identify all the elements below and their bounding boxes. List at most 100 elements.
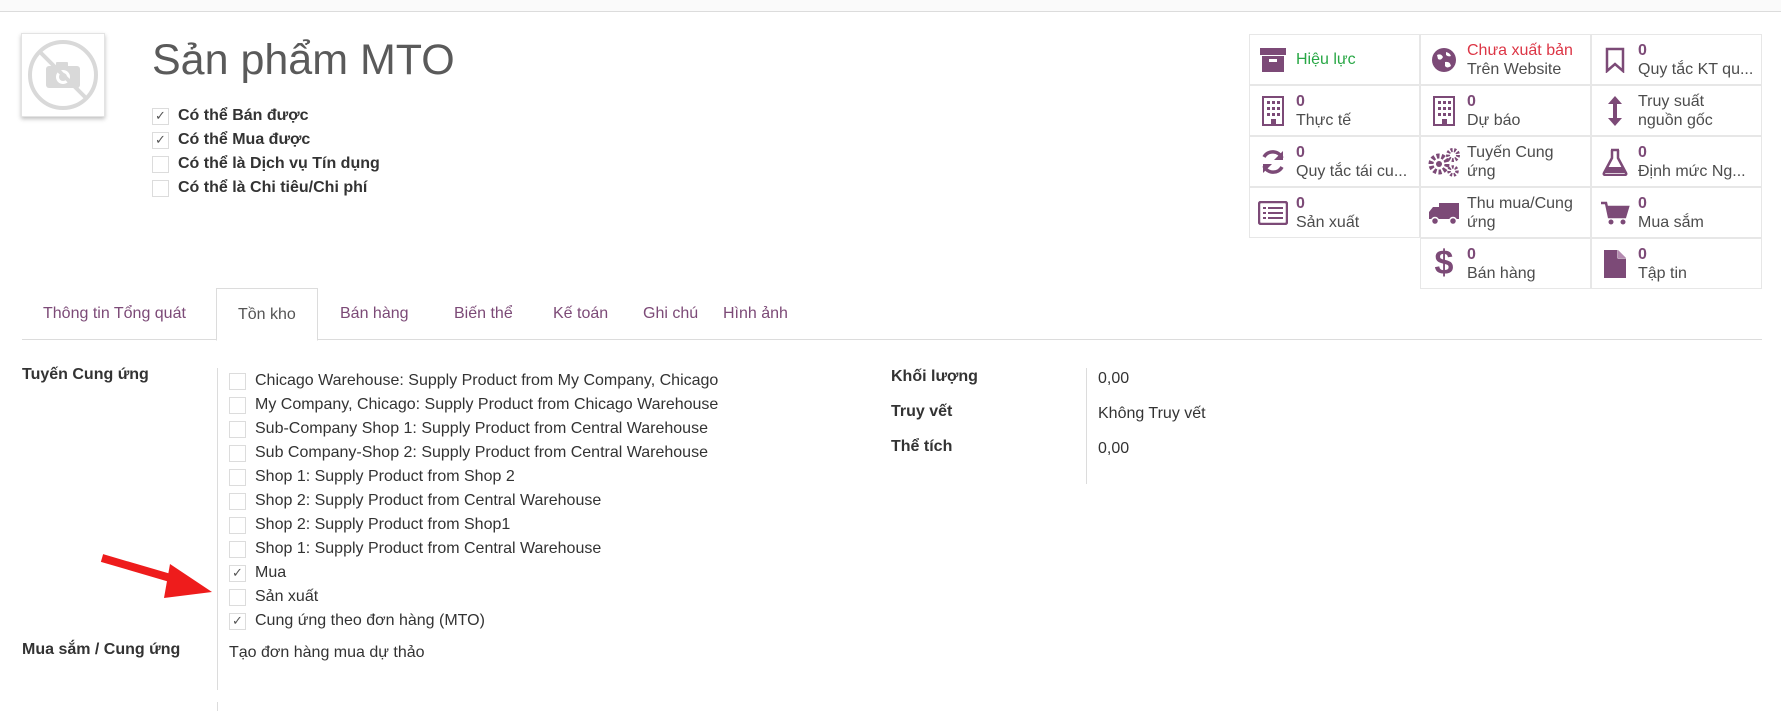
route-item[interactable]: Chicago Warehouse: Supply Product from M… — [229, 369, 718, 393]
supply-button[interactable]: Thu mua/Cung ứng — [1420, 187, 1591, 238]
route-label: Shop 2: Supply Product from Shop1 — [255, 516, 511, 533]
can-be-credit-service-checkbox[interactable]: Có thể là Dịch vụ Tín dụng — [152, 152, 380, 176]
flask-icon — [1592, 148, 1638, 176]
routes-checkbox-list: Chicago Warehouse: Supply Product from M… — [229, 369, 718, 633]
files-button[interactable]: 0 Tập tin — [1591, 238, 1762, 289]
route-label: Chicago Warehouse: Supply Product from M… — [255, 372, 719, 389]
route-checkbox[interactable] — [229, 444, 246, 462]
checkbox-label: Có thể Bán được — [178, 107, 309, 124]
file-icon — [1592, 249, 1638, 279]
route-checkbox[interactable] — [229, 372, 246, 390]
on-hand-button[interactable]: 0 Thực tế — [1249, 85, 1420, 136]
files-count: 0 — [1638, 245, 1647, 263]
forecast-button[interactable]: 0 Dự báo — [1420, 85, 1591, 136]
route-item[interactable]: Shop 2: Supply Product from Shop1 — [229, 513, 718, 537]
tab-images[interactable]: Hình ảnh — [702, 288, 809, 340]
route-checkbox[interactable] — [229, 588, 246, 606]
route-item[interactable]: Sub Company-Shop 2: Supply Product from … — [229, 441, 718, 465]
active-toggle-button[interactable]: Hiệu lực — [1249, 34, 1420, 85]
truck-icon — [1421, 200, 1467, 226]
can-be-purchased-checkbox[interactable]: ✓ Có thể Mua được — [152, 128, 380, 152]
routes-button[interactable]: Tuyến Cung ứng — [1420, 136, 1591, 187]
route-checkbox[interactable]: ✓ — [229, 612, 246, 630]
route-checkbox[interactable] — [229, 540, 246, 558]
forecast-count: 0 — [1467, 92, 1476, 110]
route-label: Sub-Company Shop 1: Supply Product from … — [255, 420, 708, 437]
building-icon — [1250, 95, 1296, 126]
field-divider — [217, 368, 218, 690]
top-bar — [0, 0, 1781, 12]
tab-inventory[interactable]: Tồn kho — [216, 288, 318, 341]
gears-icon — [1421, 147, 1467, 177]
tab-general-info[interactable]: Thông tin Tổng quát — [22, 288, 207, 340]
tab-accounting[interactable]: Kế toán — [532, 288, 629, 340]
checkbox-label: Có thể là Chi tiêu/Chi phí — [178, 179, 368, 196]
active-label: Hiệu lực — [1296, 51, 1356, 68]
checkbox-box[interactable]: ✓ — [152, 107, 169, 125]
sales-button[interactable]: $ 0 Bán hàng — [1420, 238, 1591, 289]
traceability-button[interactable]: Truy suất nguồn gốc — [1591, 85, 1762, 136]
can-be-sold-checkbox[interactable]: ✓ Có thể Bán được — [152, 104, 380, 128]
route-item[interactable]: Sub-Company Shop 1: Supply Product from … — [229, 417, 718, 441]
archive-icon — [1250, 47, 1296, 73]
route-item-mto[interactable]: ✓ Cung ứng theo đơn hàng (MTO) — [229, 609, 718, 633]
route-label: My Company, Chicago: Supply Product from… — [255, 396, 719, 413]
arrows-vertical-icon — [1592, 95, 1638, 127]
route-checkbox[interactable] — [229, 396, 246, 414]
weight-value[interactable]: 0,00 — [1098, 370, 1129, 388]
route-item[interactable]: Shop 1: Supply Product from Central Ware… — [229, 537, 718, 561]
sales-count: 0 — [1467, 245, 1476, 263]
tab-sales[interactable]: Bán hàng — [319, 288, 430, 340]
dollar-icon: $ — [1434, 244, 1454, 282]
checkbox-box[interactable] — [152, 155, 169, 173]
checkbox-box[interactable]: ✓ — [152, 131, 169, 149]
bom-button[interactable]: 0 Định mức Ng... — [1591, 136, 1762, 187]
purchase-label: Mua sắm — [1638, 213, 1704, 231]
bookmark-icon — [1592, 47, 1638, 73]
route-label: Shop 1: Supply Product from Central Ware… — [255, 540, 602, 557]
manufacturing-label: Sản xuất — [1296, 213, 1360, 231]
route-item[interactable]: Shop 2: Supply Product from Central Ware… — [229, 489, 718, 513]
tracking-value[interactable]: Không Truy vết — [1098, 405, 1206, 423]
checkbox-label: Có thể Mua được — [178, 131, 311, 148]
route-item-manufacture[interactable]: Sản xuất — [229, 585, 718, 609]
reordering-label: Quy tắc tái cu... — [1296, 162, 1408, 180]
route-checkbox[interactable] — [229, 468, 246, 486]
website-publish-button[interactable]: Chưa xuất bản Trên Website — [1420, 34, 1591, 85]
route-label: Sản xuất — [255, 588, 319, 605]
purchase-button[interactable]: 0 Mua sắm — [1591, 187, 1762, 238]
procurement-value[interactable]: Tạo đơn hàng mua dự thảo — [229, 644, 425, 662]
product-type-checkboxes: ✓ Có thể Bán được ✓ Có thể Mua được Có t… — [152, 104, 380, 200]
traceability-line1: Truy suất — [1638, 92, 1705, 110]
checkbox-box[interactable] — [152, 179, 169, 197]
route-checkbox[interactable] — [229, 492, 246, 510]
weight-field-label: Khối lượng — [891, 368, 978, 385]
reordering-rules-button[interactable]: 0 Quy tắc tái cu... — [1249, 136, 1420, 187]
putaway-count: 0 — [1638, 41, 1647, 59]
route-item[interactable]: My Company, Chicago: Supply Product from… — [229, 393, 718, 417]
smart-buttons: Hiệu lực Chưa xuất bản Trên Website 0 Qu… — [1249, 34, 1762, 289]
routes-line1: Tuyến Cung — [1467, 143, 1554, 161]
route-item[interactable]: Shop 1: Supply Product from Shop 2 — [229, 465, 718, 489]
manufacturing-button[interactable]: 0 Sản xuất — [1249, 187, 1420, 238]
product-title[interactable]: Sản phẩm MTO — [152, 36, 455, 85]
volume-field-label: Thể tích — [891, 438, 953, 455]
checkbox-label: Có thể là Dịch vụ Tín dụng — [178, 155, 380, 172]
product-form-sheet: Sản phẩm MTO ✓ Có thể Bán được ✓ Có thể … — [0, 12, 1781, 711]
route-checkbox[interactable]: ✓ — [229, 564, 246, 582]
globe-icon — [1421, 47, 1467, 73]
routes-field-label: Tuyến Cung ứng — [22, 366, 149, 383]
website-status: Chưa xuất bản — [1467, 41, 1573, 59]
product-image[interactable] — [21, 33, 105, 117]
can-be-expensed-checkbox[interactable]: Có thể là Chi tiêu/Chi phí — [152, 176, 380, 200]
route-item-buy[interactable]: ✓ Mua — [229, 561, 718, 585]
volume-value[interactable]: 0,00 — [1098, 440, 1129, 458]
reordering-count: 0 — [1296, 143, 1305, 161]
cart-icon — [1592, 200, 1638, 226]
route-checkbox[interactable] — [229, 516, 246, 534]
route-checkbox[interactable] — [229, 420, 246, 438]
on-hand-label: Thực tế — [1296, 111, 1352, 129]
list-icon — [1250, 200, 1296, 225]
tab-variants[interactable]: Biến thể — [433, 288, 534, 340]
putaway-rules-button[interactable]: 0 Quy tắc KT qu... — [1591, 34, 1762, 85]
